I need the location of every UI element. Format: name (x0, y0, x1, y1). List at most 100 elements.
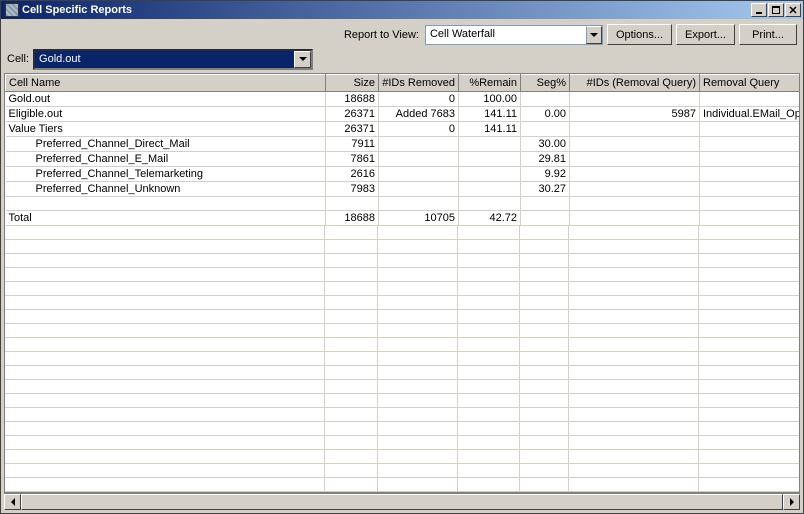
cell-seg (521, 122, 570, 137)
column-header-rq[interactable]: Removal Query (700, 75, 800, 92)
cell-name (6, 197, 326, 211)
cell-size: 7861 (326, 152, 379, 167)
cell-combo[interactable]: Gold.out (33, 49, 313, 70)
table-row[interactable]: Preferred_Channel_Unknown798330.27 (6, 182, 800, 197)
minimize-button[interactable] (751, 3, 767, 17)
cell-seg: 9.92 (521, 167, 570, 182)
column-header-seg[interactable]: Seg% (521, 75, 570, 92)
cell-size: 18688 (326, 92, 379, 107)
cell-size: 26371 (326, 107, 379, 122)
report-to-view-value: Cell Waterfall (426, 26, 586, 44)
cell-idq: 5987 (570, 107, 700, 122)
app-icon (5, 3, 19, 17)
close-button[interactable] (785, 3, 801, 17)
cell-name: Preferred_Channel_Unknown (6, 182, 326, 197)
cell-size: 18688 (326, 211, 379, 226)
report-to-view-label: Report to View: (344, 29, 419, 41)
cell-idq (570, 167, 700, 182)
cell-idq (570, 92, 700, 107)
table-row[interactable] (6, 197, 800, 211)
title-bar: Cell Specific Reports (1, 1, 803, 19)
print-button[interactable]: Print... (739, 24, 797, 45)
cell-idq (570, 182, 700, 197)
window: Cell Specific Reports Report to View: Ce… (0, 0, 804, 514)
cell-seg: 30.00 (521, 137, 570, 152)
cell-name: Gold.out (6, 92, 326, 107)
cell-pct (459, 167, 521, 182)
window-controls (751, 3, 801, 17)
cell-pct: 42.72 (459, 211, 521, 226)
cell-rem (379, 137, 459, 152)
cell-size (326, 197, 379, 211)
cell-pct (459, 152, 521, 167)
grid-empty-area (5, 226, 799, 492)
cell-seg (521, 197, 570, 211)
cell-size: 2616 (326, 167, 379, 182)
cell-rq (700, 152, 800, 167)
table-header-row: Cell NameSize#IDs Removed%RemainSeg%#IDs… (6, 75, 800, 92)
table-row[interactable]: Value Tiers263710141.11 (6, 122, 800, 137)
cell-idq (570, 122, 700, 137)
scroll-right-button[interactable] (783, 494, 800, 510)
options-button[interactable]: Options... (607, 24, 672, 45)
data-grid[interactable]: Cell NameSize#IDs Removed%RemainSeg%#IDs… (4, 73, 800, 493)
cell-pct: 141.11 (459, 122, 521, 137)
table-row[interactable]: Eligible.out26371Added 7683141.110.00598… (6, 107, 800, 122)
cell-rq (700, 122, 800, 137)
cell-rq (700, 167, 800, 182)
cell-name: Preferred_Channel_Telemarketing (6, 167, 326, 182)
cell-seg (521, 92, 570, 107)
cell-idq (570, 197, 700, 211)
scrollbar-thumb[interactable] (21, 494, 783, 510)
caret-right-icon (790, 498, 794, 506)
cell-name: Value Tiers (6, 122, 326, 137)
table-row[interactable]: Gold.out186880100.00 (6, 92, 800, 107)
report-to-view-combo[interactable]: Cell Waterfall (425, 25, 603, 45)
cell-rq (700, 182, 800, 197)
cell-rem (379, 197, 459, 211)
cell-size: 26371 (326, 122, 379, 137)
chevron-down-icon[interactable] (586, 26, 602, 44)
cell-rq (700, 211, 800, 226)
maximize-button[interactable] (768, 3, 784, 17)
cell-pct: 100.00 (459, 92, 521, 107)
table-row[interactable]: Preferred_Channel_Telemarketing2616 9.92 (6, 167, 800, 182)
column-header-idq[interactable]: #IDs (Removal Query) (570, 75, 700, 92)
cell-pct: 141.11 (459, 107, 521, 122)
column-header-name[interactable]: Cell Name (6, 75, 326, 92)
column-header-size[interactable]: Size (326, 75, 379, 92)
column-header-pct[interactable]: %Remain (459, 75, 521, 92)
cell-pct (459, 137, 521, 152)
scroll-left-button[interactable] (4, 494, 21, 510)
cell-size: 7911 (326, 137, 379, 152)
chevron-down-icon[interactable] (294, 51, 311, 68)
cell-name: Eligible.out (6, 107, 326, 122)
cell-idq (570, 137, 700, 152)
export-button[interactable]: Export... (676, 24, 735, 45)
cell-rem: 10705 (379, 211, 459, 226)
cell-bar: Cell: Gold.out (1, 47, 803, 73)
table-row[interactable]: Total186881070542.72 (6, 211, 800, 226)
cell-rq (700, 92, 800, 107)
cell-rq (700, 137, 800, 152)
column-header-rem[interactable]: #IDs Removed (379, 75, 459, 92)
cell-seg (521, 211, 570, 226)
cell-label: Cell: (7, 53, 29, 65)
toolbar: Report to View: Cell Waterfall Options..… (1, 19, 803, 47)
cell-pct (459, 182, 521, 197)
table-row[interactable]: Preferred_Channel_Direct_Mail7911 30.00 (6, 137, 800, 152)
table-row[interactable]: Preferred_Channel_E_Mail7861 29.81 (6, 152, 800, 167)
cell-name: Preferred_Channel_Direct_Mail (6, 137, 326, 152)
cell-rq (700, 197, 800, 211)
cell-idq (570, 211, 700, 226)
cell-seg: 0.00 (521, 107, 570, 122)
cell-rem (379, 182, 459, 197)
cell-seg: 29.81 (521, 152, 570, 167)
horizontal-scrollbar[interactable] (4, 493, 800, 510)
cell-name: Total (6, 211, 326, 226)
cell-rem: 0 (379, 122, 459, 137)
cell-name: Preferred_Channel_E_Mail (6, 152, 326, 167)
cell-combo-value: Gold.out (35, 51, 294, 68)
cell-rem (379, 152, 459, 167)
caret-left-icon (11, 498, 15, 506)
